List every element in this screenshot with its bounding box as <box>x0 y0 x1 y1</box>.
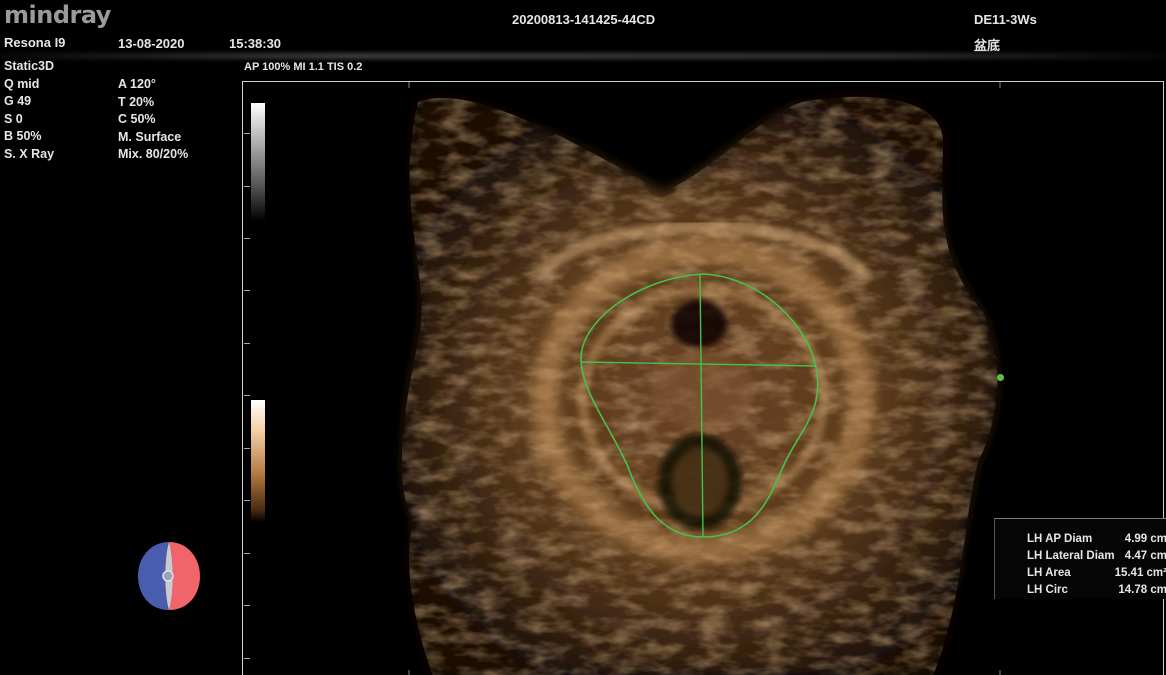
scale-tick <box>244 290 250 291</box>
scale-tick <box>244 395 250 396</box>
scale-tick <box>244 658 250 659</box>
param-smooth: S 0 <box>4 111 23 126</box>
scale-tick <box>244 343 250 344</box>
exam-id: 20200813-141425-44CD <box>512 12 656 27</box>
grayscale-colorbar <box>251 103 265 221</box>
param-gain: G 49 <box>4 94 32 109</box>
scale-tick <box>244 553 250 554</box>
orientation-marker[interactable] <box>136 540 202 612</box>
scale-tick <box>244 500 250 501</box>
acoustic-output: AP 100% MI 1.1 TIS 0.2 <box>244 61 363 73</box>
param-render-mode: S. X Ray <box>4 146 55 161</box>
tissue-mass <box>401 96 998 675</box>
param-surface: M. Surface <box>118 129 182 144</box>
param-mode: Static3D <box>4 59 55 73</box>
measurement-results: LH AP Diam 4.99 cm LH Lateral Diam 4.47 … <box>994 518 1166 599</box>
probe-name: DE11-3Ws <box>974 12 1037 27</box>
device-name: Resona I9 <box>4 35 66 50</box>
param-brightness: B 50% <box>4 129 42 144</box>
param-quality: Q mid <box>4 76 40 91</box>
scale-tick <box>244 133 250 134</box>
param-contrast: C 50% <box>118 112 156 127</box>
reference-dot[interactable] <box>997 374 1004 381</box>
header-separator <box>0 53 1166 59</box>
exam-date: 13-08-2020 <box>118 36 185 51</box>
scale-tick <box>244 448 250 449</box>
param-angle: A 120° <box>118 77 156 91</box>
tint-colorbar <box>251 400 265 522</box>
imaging-params-right: A 120° T 20% C 50% M. Surface Mix. 80/20… <box>118 76 188 164</box>
param-mix: Mix. 80/20% <box>118 147 189 162</box>
exam-time: 15:38:30 <box>229 36 282 51</box>
scale-tick <box>244 186 250 187</box>
scale-tick <box>244 605 250 606</box>
param-threshold: T 20% <box>118 94 155 109</box>
imaging-params-left: Static3D Q mid G 49 S 0 B 50% S. X Ray <box>4 58 54 164</box>
exam-preset: 盆底 <box>974 39 1001 54</box>
brand-logo: mindray <box>4 1 111 29</box>
scale-tick <box>244 238 250 239</box>
